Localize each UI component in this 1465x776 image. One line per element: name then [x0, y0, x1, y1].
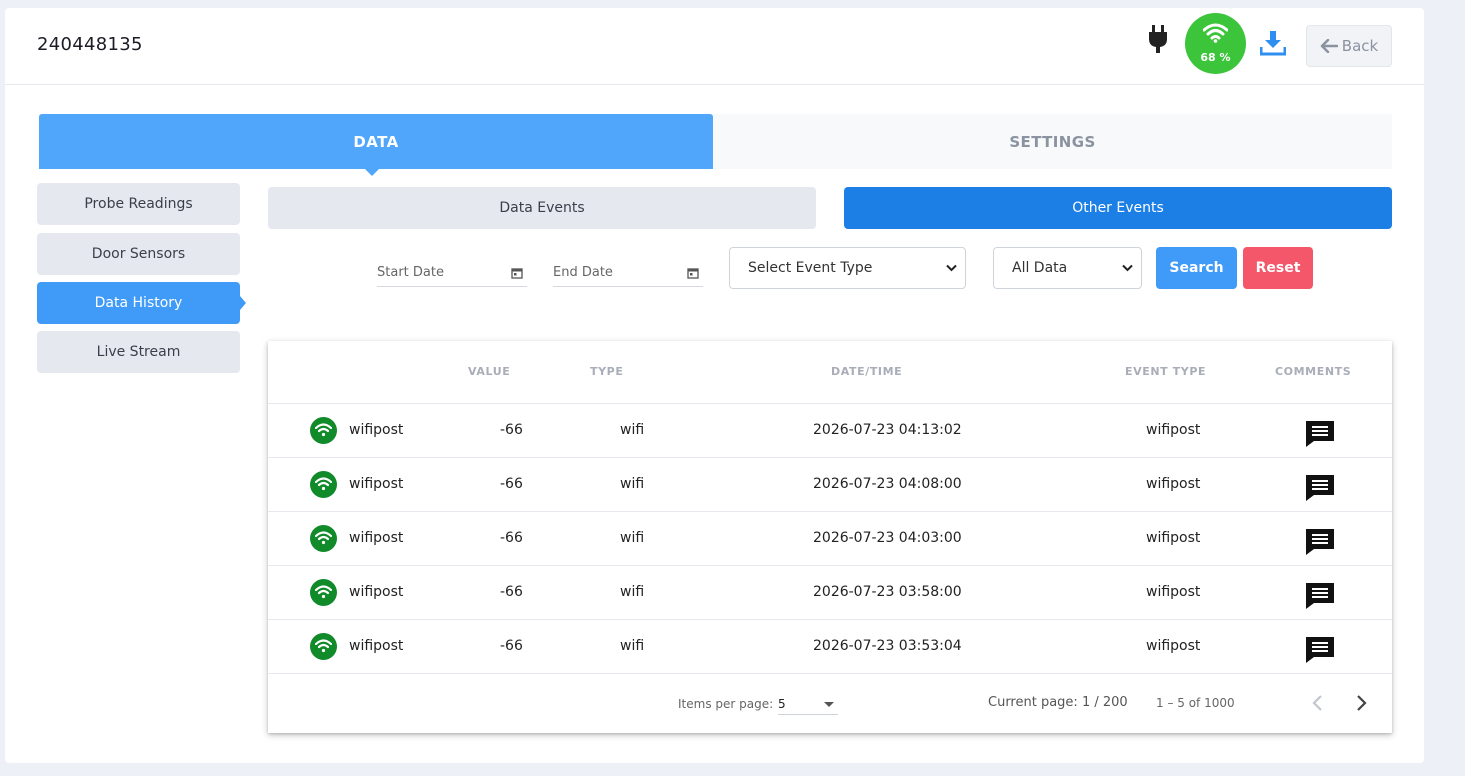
row-type: wifi	[620, 476, 645, 492]
wifi-icon	[1203, 23, 1228, 43]
end-date-input[interactable]: End Date	[553, 260, 703, 287]
paginator: Items per page: 5 Current page: 1 / 200 …	[268, 672, 1392, 733]
end-date-placeholder: End Date	[553, 265, 613, 280]
dropdown-arrow-icon	[824, 702, 834, 707]
device-id-title: 240448135	[37, 34, 143, 55]
row-type: wifi	[620, 530, 645, 546]
row-datetime: 2026-07-23 04:08:00	[813, 476, 962, 492]
reset-button[interactable]: Reset	[1243, 247, 1313, 289]
table-row: wifipost -66 wifi 2026-07-23 03:58:00 wi…	[268, 566, 1392, 620]
row-event-type: wifipost	[1146, 530, 1201, 546]
row-event-type: wifipost	[1146, 422, 1201, 438]
row-event-type: wifipost	[1146, 476, 1201, 492]
chevron-down-icon	[1122, 264, 1133, 272]
data-filter-selected: All Data	[1012, 260, 1068, 276]
row-datetime: 2026-07-23 03:53:04	[813, 638, 962, 654]
download-icon[interactable]	[1260, 30, 1286, 56]
table-row: wifipost -66 wifi 2026-07-23 04:08:00 wi…	[268, 458, 1392, 512]
sidebar-item-live-stream[interactable]: Live Stream	[37, 331, 240, 373]
wifi-status-icon	[310, 417, 337, 444]
row-event-type: wifipost	[1146, 638, 1201, 654]
sidebar-item-door-sensors[interactable]: Door Sensors	[37, 233, 240, 275]
row-name: wifipost	[349, 422, 404, 438]
comment-icon[interactable]	[1305, 474, 1335, 502]
items-per-page-label: Items per page:	[678, 697, 774, 711]
wifi-signal-badge: 68 %	[1185, 13, 1246, 74]
wifi-status-icon	[310, 579, 337, 606]
start-date-placeholder: Start Date	[377, 265, 444, 280]
range-label: 1 – 5 of 1000	[1156, 696, 1235, 710]
row-value: -66	[500, 530, 523, 546]
table-row: wifipost -66 wifi 2026-07-23 04:03:00 wi…	[268, 512, 1392, 566]
calendar-icon[interactable]	[687, 267, 699, 279]
wifi-status-icon	[310, 525, 337, 552]
row-name: wifipost	[349, 584, 404, 600]
row-datetime: 2026-07-23 04:13:02	[813, 422, 962, 438]
wifi-status-icon	[310, 471, 337, 498]
main-card: 240448135 68 % Back DATA SETTINGS Probe …	[5, 8, 1424, 763]
chevron-right-icon[interactable]	[1351, 691, 1371, 715]
row-name: wifipost	[349, 530, 404, 546]
comment-icon[interactable]	[1305, 636, 1335, 664]
items-per-page-select[interactable]: 5	[778, 693, 838, 715]
comment-icon[interactable]	[1305, 420, 1335, 448]
chevron-down-icon	[946, 264, 957, 272]
row-value: -66	[500, 638, 523, 654]
column-header-value: VALUE	[468, 365, 511, 378]
row-value: -66	[500, 476, 523, 492]
column-header-type: TYPE	[590, 365, 624, 378]
plug-icon	[1149, 25, 1167, 53]
row-name: wifipost	[349, 476, 404, 492]
arrow-left-icon	[1320, 39, 1338, 53]
event-type-select[interactable]: Select Event Type	[729, 247, 966, 289]
comment-icon[interactable]	[1305, 528, 1335, 556]
row-datetime: 2026-07-23 03:58:00	[813, 584, 962, 600]
tab-data[interactable]: DATA	[39, 114, 713, 176]
wifi-percent: 68 %	[1200, 51, 1231, 64]
sidebar-item-probe-readings[interactable]: Probe Readings	[37, 183, 240, 225]
row-value: -66	[500, 584, 523, 600]
search-button[interactable]: Search	[1156, 247, 1237, 289]
current-page-label: Current page: 1 / 200	[988, 695, 1128, 710]
subtab-other-events[interactable]: Other Events	[844, 187, 1392, 229]
page-gutter	[1424, 0, 1465, 776]
row-event-type: wifipost	[1146, 584, 1201, 600]
event-type-selected: Select Event Type	[748, 260, 873, 276]
row-type: wifi	[620, 584, 645, 600]
tab-settings[interactable]: SETTINGS	[713, 114, 1392, 169]
back-button[interactable]: Back	[1306, 25, 1392, 67]
chevron-left-icon[interactable]	[1308, 691, 1328, 715]
row-type: wifi	[620, 422, 645, 438]
calendar-icon[interactable]	[511, 267, 523, 279]
subtab-data-events[interactable]: Data Events	[268, 187, 816, 229]
items-per-page-value: 5	[778, 697, 786, 711]
row-datetime: 2026-07-23 04:03:00	[813, 530, 962, 546]
start-date-input[interactable]: Start Date	[377, 260, 527, 287]
back-label: Back	[1341, 37, 1379, 55]
data-filter-select[interactable]: All Data	[993, 247, 1142, 289]
row-type: wifi	[620, 638, 645, 654]
column-header-comments: COMMENTS	[1275, 365, 1352, 378]
row-name: wifipost	[349, 638, 404, 654]
comment-icon[interactable]	[1305, 582, 1335, 610]
wifi-status-icon	[310, 633, 337, 660]
table-row: wifipost -66 wifi 2026-07-23 03:53:04 wi…	[268, 620, 1392, 674]
table-row: wifipost -66 wifi 2026-07-23 04:13:02 wi…	[268, 404, 1392, 458]
column-header-event-type: EVENT TYPE	[1125, 365, 1207, 378]
sidebar-item-data-history[interactable]: Data History	[37, 282, 246, 324]
row-value: -66	[500, 422, 523, 438]
main-tabs: DATA SETTINGS	[39, 114, 1392, 176]
page-header: 240448135 68 % Back	[5, 8, 1424, 85]
column-header-datetime: DATE/TIME	[831, 365, 903, 378]
events-table: VALUE TYPE DATE/TIME EVENT TYPE COMMENTS…	[268, 341, 1392, 733]
